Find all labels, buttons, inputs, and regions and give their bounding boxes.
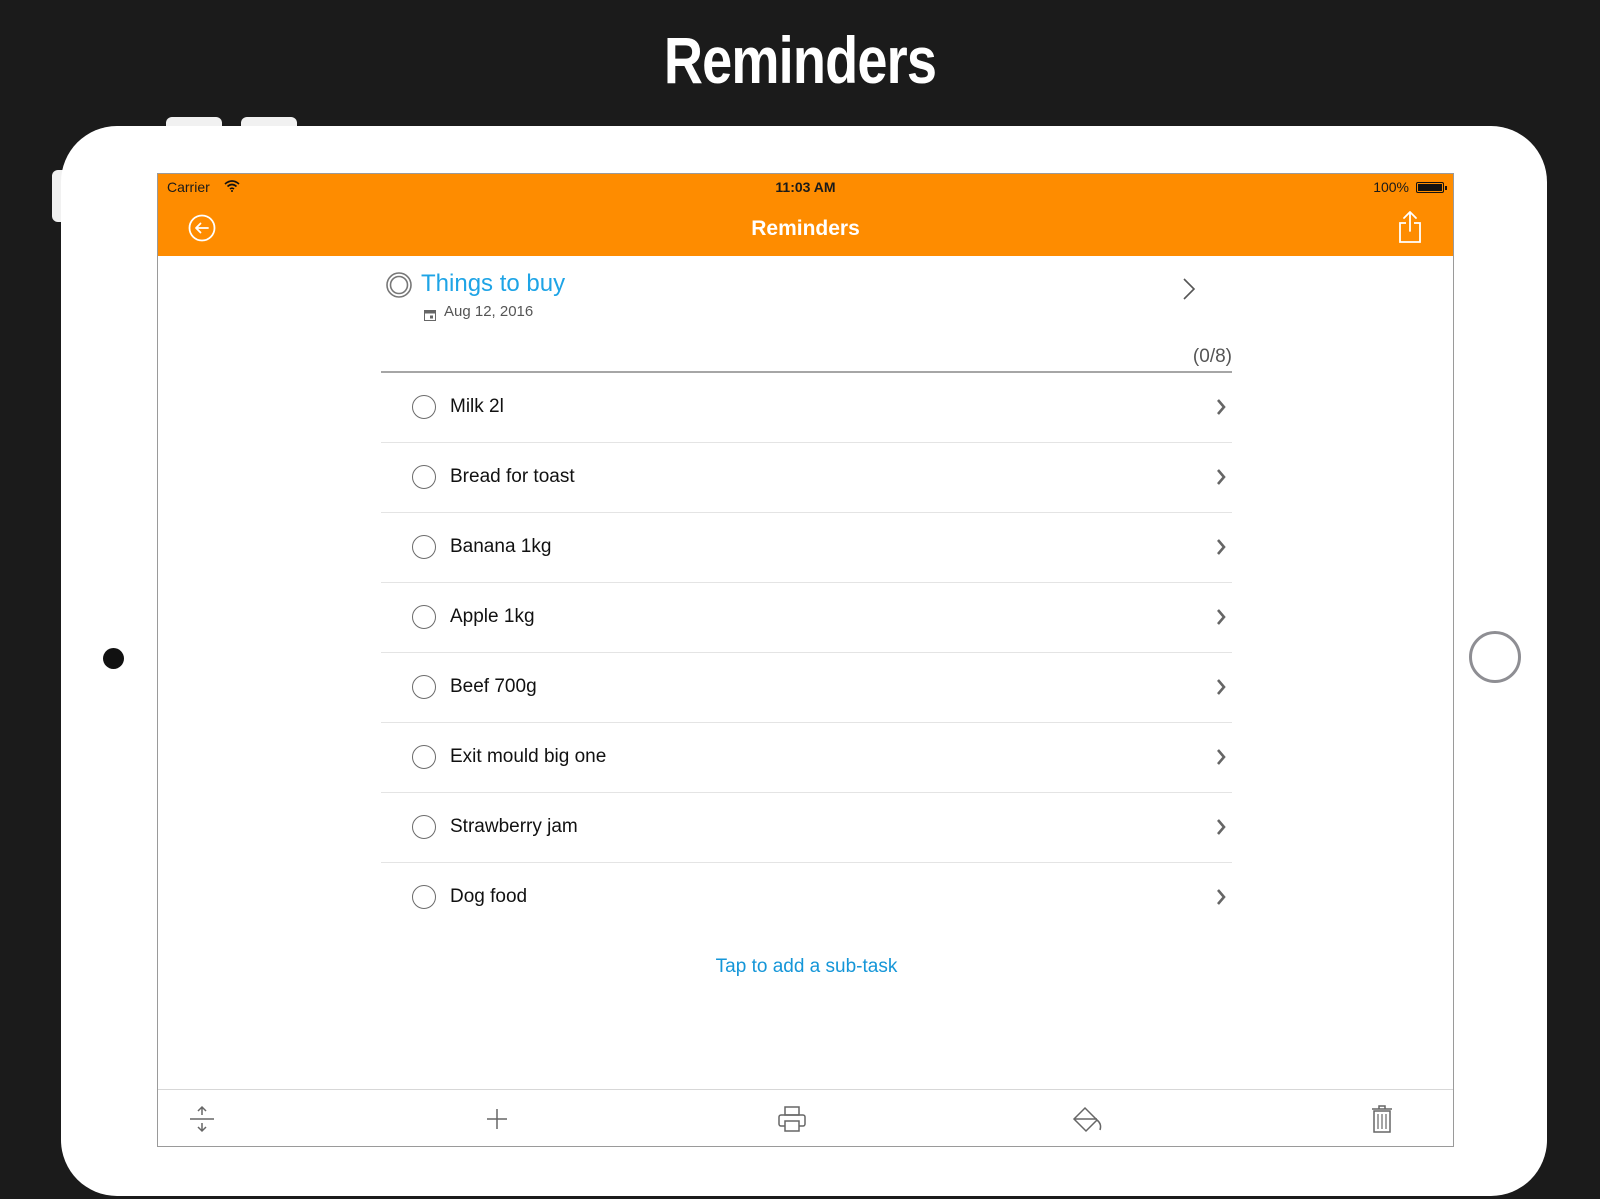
subtask-list: Milk 2l Bread for toast Banana 1kg Apple… xyxy=(381,373,1232,932)
app-screen: Carrier 11:03 AM 100% Reminders Things t… xyxy=(157,173,1454,1147)
camera-dot xyxy=(103,648,124,669)
task-date: Aug 12, 2016 xyxy=(444,303,534,320)
battery-percent: 100% xyxy=(1373,179,1409,195)
subtask-row[interactable]: Exit mould big one xyxy=(381,723,1232,793)
subtask-label: Banana 1kg xyxy=(450,536,552,557)
subtask-radio-icon[interactable] xyxy=(412,815,436,839)
chevron-right-icon[interactable] xyxy=(1216,398,1226,420)
subtask-label: Milk 2l xyxy=(450,396,504,417)
chevron-right-icon[interactable] xyxy=(1216,888,1226,910)
subtask-row[interactable]: Dog food xyxy=(381,863,1232,932)
status-time: 11:03 AM xyxy=(775,179,836,195)
subtask-radio-icon[interactable] xyxy=(412,535,436,559)
chevron-right-icon[interactable] xyxy=(1216,818,1226,840)
subtask-row[interactable]: Apple 1kg xyxy=(381,583,1232,653)
expand-collapse-icon[interactable] xyxy=(185,1102,219,1136)
battery-icon xyxy=(1416,182,1447,193)
task-detail: Things to buy Aug 12, 2016 (0/8) Milk 2l… xyxy=(381,256,1232,977)
chevron-right-icon[interactable] xyxy=(1216,608,1226,630)
subtask-row[interactable]: Bread for toast xyxy=(381,443,1232,513)
subtask-row[interactable]: Beef 700g xyxy=(381,653,1232,723)
share-icon[interactable] xyxy=(1397,210,1423,248)
task-title[interactable]: Things to buy xyxy=(421,270,565,298)
subtask-row[interactable]: Banana 1kg xyxy=(381,513,1232,583)
plus-icon[interactable] xyxy=(480,1102,514,1136)
subtask-label: Dog food xyxy=(450,886,528,907)
print-icon[interactable] xyxy=(775,1102,809,1136)
page-title: Reminders xyxy=(751,217,860,240)
chevron-right-icon[interactable] xyxy=(1216,538,1226,560)
subtask-label: Exit mould big one xyxy=(450,746,607,767)
subtask-row[interactable]: Milk 2l xyxy=(381,373,1232,443)
trash-icon[interactable] xyxy=(1365,1102,1399,1136)
task-complete-radio-icon[interactable] xyxy=(386,272,412,298)
task-header: Things to buy Aug 12, 2016 (0/8) xyxy=(381,256,1232,373)
chevron-right-icon[interactable] xyxy=(1182,277,1196,305)
subtask-label: Strawberry jam xyxy=(450,816,578,837)
promo-title: Reminders xyxy=(663,23,937,97)
subtask-radio-icon[interactable] xyxy=(412,885,436,909)
subtask-row[interactable]: Strawberry jam xyxy=(381,793,1232,863)
chevron-right-icon[interactable] xyxy=(1216,678,1226,700)
status-bar: Carrier 11:03 AM 100% xyxy=(158,174,1453,200)
subtask-radio-icon[interactable] xyxy=(412,395,436,419)
subtask-label: Apple 1kg xyxy=(450,606,535,627)
chevron-right-icon[interactable] xyxy=(1216,468,1226,490)
subtask-radio-icon[interactable] xyxy=(412,745,436,769)
nav-bar: Reminders xyxy=(158,200,1453,256)
bottom-toolbar xyxy=(158,1089,1453,1146)
subtask-radio-icon[interactable] xyxy=(412,465,436,489)
subtask-progress: (0/8) xyxy=(1192,346,1232,367)
subtask-radio-icon[interactable] xyxy=(412,675,436,699)
calendar-icon xyxy=(424,306,436,325)
chevron-right-icon[interactable] xyxy=(1216,748,1226,770)
add-subtask-link[interactable]: Tap to add a sub-task xyxy=(381,956,1232,978)
paint-bucket-icon[interactable] xyxy=(1070,1102,1104,1136)
subtask-label: Beef 700g xyxy=(450,676,537,697)
home-button xyxy=(1469,631,1521,683)
subtask-radio-icon[interactable] xyxy=(412,605,436,629)
subtask-label: Bread for toast xyxy=(450,466,575,487)
